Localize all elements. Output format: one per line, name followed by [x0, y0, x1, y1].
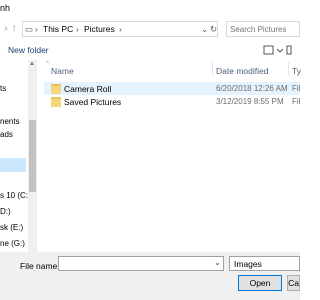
chevron-down-icon[interactable]: ⌄ — [201, 24, 208, 35]
file-name-field[interactable] — [58, 256, 224, 271]
file-date: 3/12/2019 8:55 PM — [216, 97, 284, 106]
scrollbar-thumb[interactable] — [29, 120, 36, 192]
nav-item-drive-d[interactable]: D:) — [0, 207, 11, 216]
view-options-button[interactable] — [262, 44, 292, 56]
column-header-name[interactable]: Name — [51, 66, 74, 76]
search-input[interactable] — [227, 23, 298, 35]
file-type: Fil — [292, 84, 301, 93]
column-header-type[interactable]: Ty — [292, 66, 301, 76]
title-bar: nh — [0, 0, 300, 17]
file-type: Fil — [292, 97, 301, 106]
table-row[interactable]: Saved Pictures 3/12/2019 8:55 PM Fil — [44, 95, 300, 108]
file-type-filter[interactable]: Images — [229, 256, 300, 271]
folder-icon — [51, 84, 61, 94]
cancel-button[interactable]: Ca — [287, 275, 300, 291]
up-arrow-icon[interactable]: ↑ — [8, 22, 20, 36]
nav-item-documents[interactable]: nents — [0, 117, 20, 126]
filter-value: Images — [234, 259, 262, 269]
nav-item-downloads[interactable]: ads — [0, 130, 13, 139]
nav-item-windows-c[interactable]: s 10 (C:) — [0, 191, 31, 200]
nav-selection — [0, 158, 26, 172]
nav-item-objects[interactable]: ts — [0, 84, 6, 93]
scroll-up-icon[interactable]: ▲ — [29, 61, 35, 67]
file-name-label: File name: — [20, 261, 60, 271]
file-name: Camera Roll — [64, 84, 112, 94]
search-box[interactable] — [226, 21, 300, 37]
breadcrumb-separator: › — [35, 24, 38, 34]
chevron-down-icon[interactable]: ⌄ — [214, 258, 221, 267]
breadcrumb-this-pc[interactable]: This PC — [43, 24, 73, 34]
file-date: 6/20/2018 12:26 AM — [216, 84, 288, 93]
breadcrumb-pictures[interactable]: Pictures — [84, 24, 115, 34]
open-button[interactable]: Open — [238, 275, 282, 291]
column-header-date[interactable]: Date modified — [216, 66, 268, 76]
nav-item-drive-g[interactable]: ne (G:) — [0, 239, 25, 248]
window-title: nh — [0, 3, 11, 13]
column-divider[interactable] — [288, 62, 289, 76]
address-bar[interactable]: ▭ › This PC › Pictures › ⌄ ↻ — [22, 21, 218, 37]
new-folder-button[interactable]: New folder — [8, 45, 49, 55]
file-name-input[interactable] — [62, 258, 212, 269]
breadcrumb-separator: › — [119, 24, 122, 34]
file-name: Saved Pictures — [64, 97, 122, 107]
breadcrumb-separator: › — [76, 24, 79, 34]
nav-scrollbar[interactable]: ▲ — [28, 60, 37, 252]
view-icon — [263, 45, 292, 55]
column-divider[interactable] — [212, 62, 213, 76]
refresh-icon[interactable]: ↻ — [210, 24, 217, 35]
folder-icon — [51, 97, 61, 107]
table-row[interactable]: Camera Roll 6/20/2018 12:26 AM Fil — [44, 82, 300, 95]
pc-icon: ▭ — [25, 24, 34, 34]
sort-indicator-icon: ^ — [46, 61, 49, 67]
nav-item-disk-e[interactable]: sk (E:) — [0, 223, 23, 232]
